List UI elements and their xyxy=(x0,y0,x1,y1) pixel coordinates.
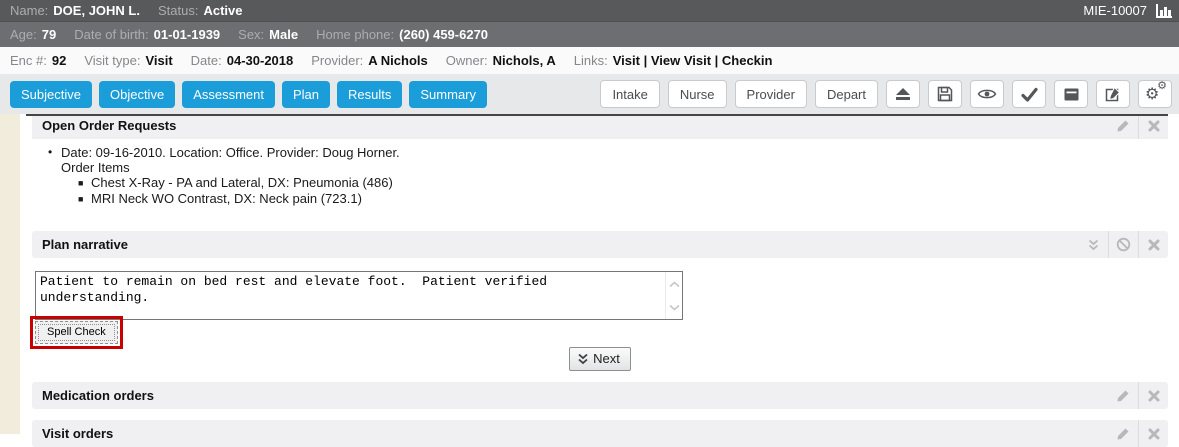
date-label: Date: xyxy=(191,53,222,68)
sex-label: Sex: xyxy=(238,27,264,42)
depart-button[interactable]: Depart xyxy=(815,80,878,108)
visit-type-label: Visit type: xyxy=(84,53,140,68)
pencil-icon[interactable] xyxy=(1108,420,1138,447)
edit-note-icon xyxy=(1104,85,1122,103)
owner-label: Owner: xyxy=(446,53,488,68)
archive-button[interactable] xyxy=(1054,80,1088,108)
plan-narrative-text: Patient to remain on bed rest and elevat… xyxy=(36,272,682,308)
scroll-up-icon[interactable] xyxy=(669,275,680,293)
spell-check-highlight-box: Spell Check xyxy=(30,316,123,349)
check-icon xyxy=(1021,87,1038,102)
nurse-button[interactable]: Nurse xyxy=(668,80,727,108)
home-phone-value: (260) 459-6270 xyxy=(399,27,488,42)
visit-orders-section-header[interactable]: Visit orders xyxy=(32,420,1168,447)
open-orders-header-clip: Open Order Requests xyxy=(26,114,1168,139)
eject-icon xyxy=(894,86,912,102)
date-value: 04-30-2018 xyxy=(227,53,294,68)
order-item: ■ Chest X-Ray - PA and Lateral, DX: Pneu… xyxy=(78,175,1168,191)
provider-value: A Nichols xyxy=(368,53,427,68)
open-orders-section-header[interactable]: Open Order Requests xyxy=(32,114,1168,139)
dob-value: 01-01-1939 xyxy=(154,27,221,42)
order-item: ■ MRI Neck WO Contrast, DX: Neck pain (7… xyxy=(78,191,1168,207)
encounter-links[interactable]: Visit | View Visit | Checkin xyxy=(613,53,773,68)
spell-check-button[interactable]: Spell Check xyxy=(35,321,118,344)
medication-orders-title: Medication orders xyxy=(42,388,154,403)
home-phone-label: Home phone: xyxy=(316,27,394,42)
archive-icon xyxy=(1063,87,1080,102)
demographics-bar: Age: 79 Date of birth: 01-01-1939 Sex: M… xyxy=(0,22,1179,47)
tab-objective[interactable]: Objective xyxy=(99,81,175,108)
medication-orders-section-header[interactable]: Medication orders xyxy=(32,382,1168,409)
visit-type-value: Visit xyxy=(145,53,172,68)
sex-value: Male xyxy=(269,27,298,42)
eject-button[interactable] xyxy=(886,80,920,108)
links-label: Links: xyxy=(574,53,608,68)
owner-value: Nichols, A xyxy=(493,53,556,68)
edit-note-button[interactable] xyxy=(1096,80,1130,108)
square-bullet-icon: ■ xyxy=(78,175,91,191)
status-label: Status: xyxy=(158,3,198,18)
left-margin-strip xyxy=(0,114,20,434)
enc-value: 92 xyxy=(52,53,66,68)
age-label: Age: xyxy=(10,27,37,42)
tab-summary[interactable]: Summary xyxy=(409,81,487,108)
patient-name-bar: Name: DOE, JOHN L. Status: Active MIE-10… xyxy=(0,0,1179,22)
save-icon xyxy=(936,85,954,103)
close-icon[interactable] xyxy=(1138,114,1168,139)
order-date-line: Date: 09-16-2010. Location: Office. Prov… xyxy=(61,145,400,160)
textarea-scrollbar[interactable] xyxy=(665,272,682,319)
close-icon[interactable] xyxy=(1138,382,1168,409)
plan-narrative-title: Plan narrative xyxy=(42,237,128,252)
gears-icon: ⚙ ⚙ xyxy=(1145,84,1165,104)
order-items-label: Order Items xyxy=(61,160,130,175)
settings-button[interactable]: ⚙ ⚙ xyxy=(1138,80,1172,108)
square-bullet-icon: ■ xyxy=(78,191,91,207)
dob-label: Date of birth: xyxy=(74,27,148,42)
eye-icon xyxy=(977,87,997,101)
collapse-double-chevron-icon[interactable] xyxy=(1078,231,1108,258)
encounter-content: Open Order Requests • Date: 09-16-2010. … xyxy=(0,114,1179,434)
patient-name: DOE, JOHN L. xyxy=(53,3,140,18)
open-orders-body: • Date: 09-16-2010. Location: Office. Pr… xyxy=(32,139,1168,219)
open-orders-title: Open Order Requests xyxy=(42,118,176,133)
provider-button[interactable]: Provider xyxy=(735,80,807,108)
plan-narrative-section-header[interactable]: Plan narrative xyxy=(32,231,1168,258)
next-button[interactable]: Next xyxy=(569,347,631,371)
save-button[interactable] xyxy=(928,80,962,108)
intake-button[interactable]: Intake xyxy=(600,80,659,108)
tab-assessment[interactable]: Assessment xyxy=(182,81,275,108)
plan-narrative-textarea[interactable]: Patient to remain on bed rest and elevat… xyxy=(35,271,683,320)
tab-subjective[interactable]: Subjective xyxy=(10,81,92,108)
scroll-down-icon[interactable] xyxy=(669,298,680,316)
close-icon[interactable] xyxy=(1138,231,1168,258)
bullet-icon: • xyxy=(48,145,61,160)
disable-circle-slash-icon[interactable] xyxy=(1108,231,1138,258)
pencil-icon[interactable] xyxy=(1108,382,1138,409)
patient-status: Active xyxy=(203,3,242,18)
provider-label: Provider: xyxy=(311,53,363,68)
toolbar: Subjective Objective Assessment Plan Res… xyxy=(0,74,1179,114)
close-icon[interactable] xyxy=(1138,420,1168,447)
plan-narrative-section: Plan narrative xyxy=(32,231,1168,371)
check-button[interactable] xyxy=(1012,80,1046,108)
encounter-bar: Enc #: 92 Visit type: Visit Date: 04-30-… xyxy=(0,47,1179,74)
visit-orders-title: Visit orders xyxy=(42,426,113,441)
eye-button[interactable] xyxy=(970,80,1004,108)
tab-results[interactable]: Results xyxy=(337,81,402,108)
bar-chart-icon[interactable] xyxy=(1155,3,1173,19)
age-value: 79 xyxy=(42,27,56,42)
enc-label: Enc #: xyxy=(10,53,47,68)
name-label: Name: xyxy=(10,3,48,18)
tab-plan[interactable]: Plan xyxy=(282,81,330,108)
chart-id: MIE-10007 xyxy=(1083,3,1147,18)
pencil-icon[interactable] xyxy=(1108,114,1138,139)
double-chevron-down-icon xyxy=(577,353,589,365)
